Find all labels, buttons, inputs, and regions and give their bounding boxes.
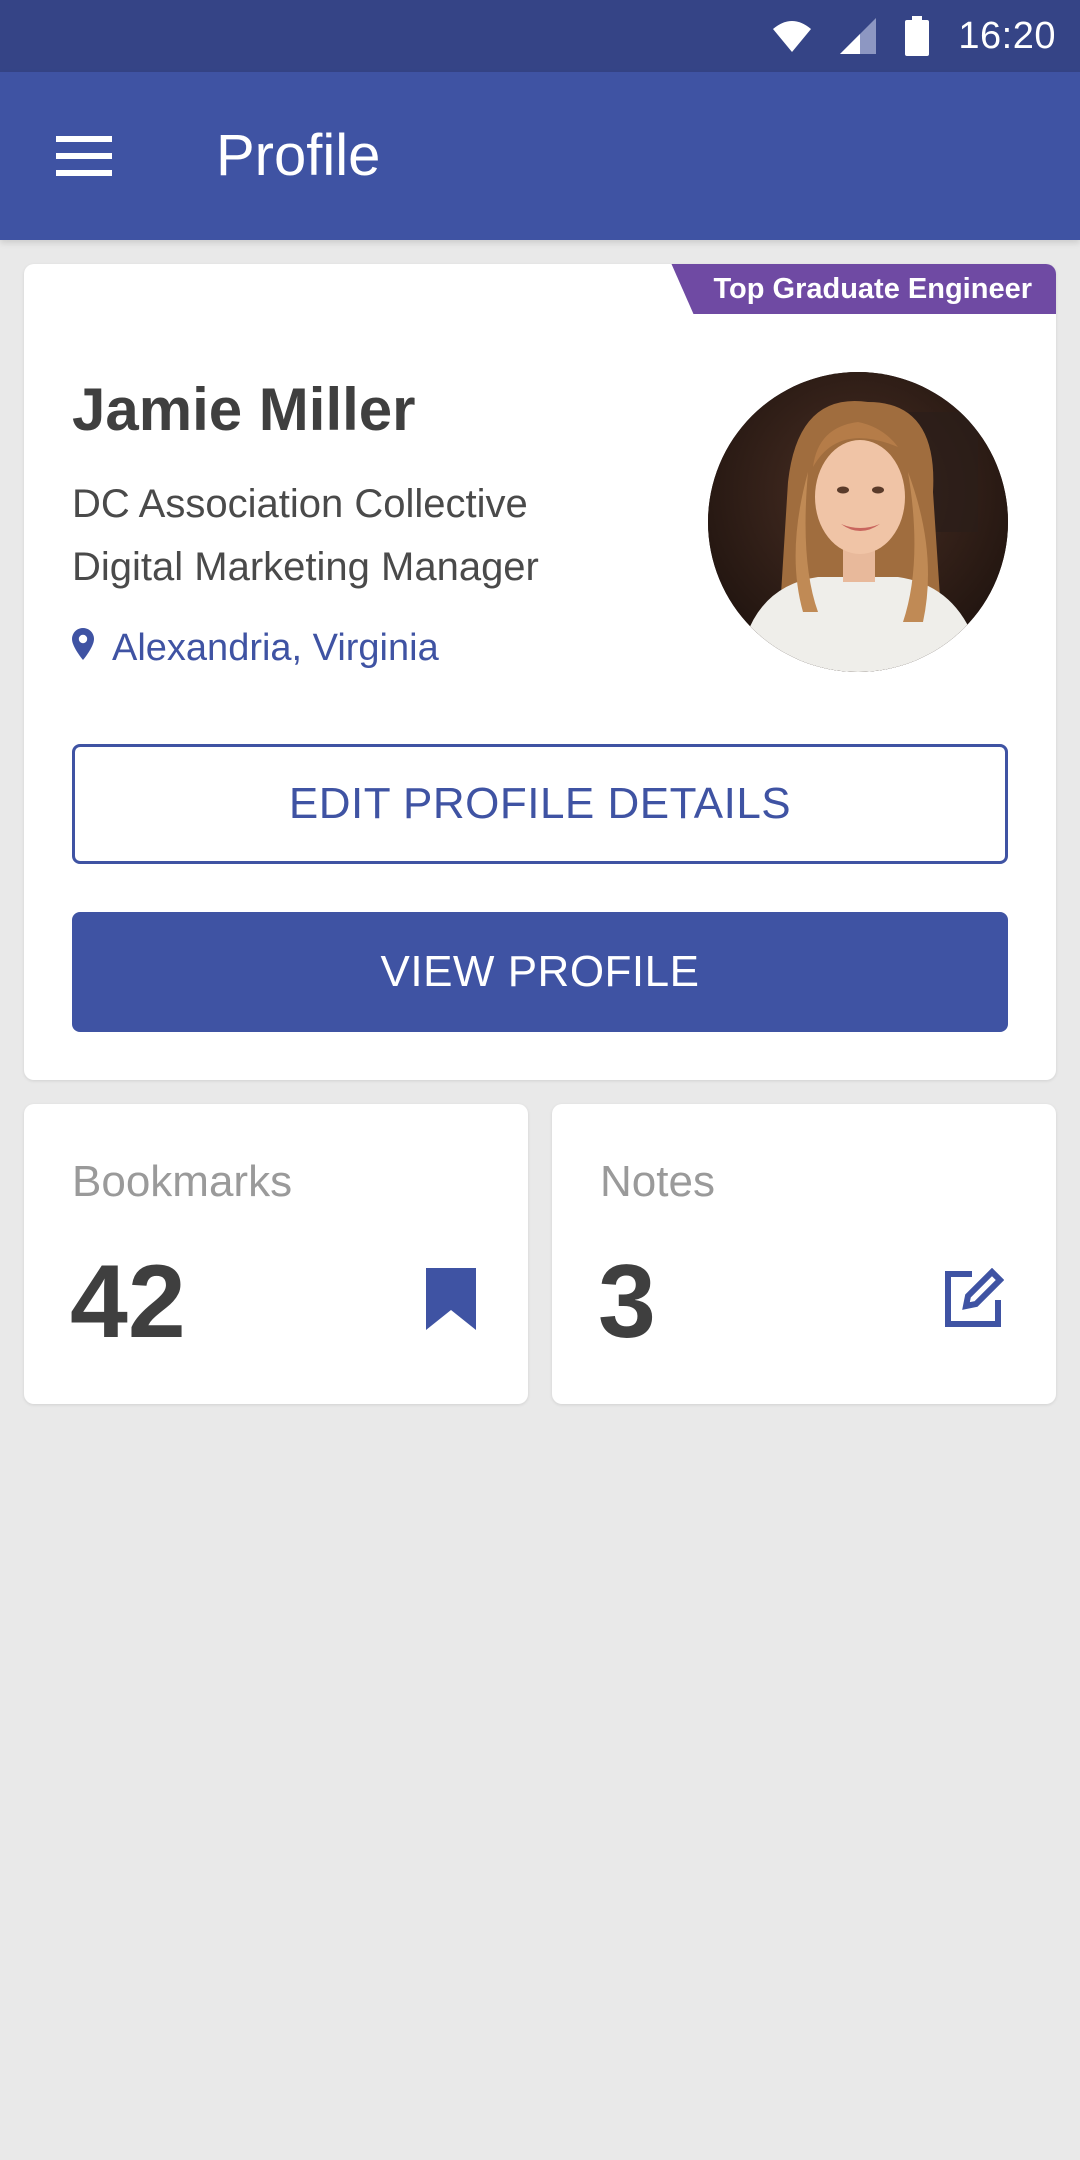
status-bar: 16:20 <box>0 0 1080 72</box>
menu-icon <box>56 136 112 182</box>
notes-card[interactable]: Notes 3 <box>552 1104 1056 1404</box>
status-time: 16:20 <box>958 15 1056 57</box>
achievement-badge: Top Graduate Engineer <box>671 264 1056 314</box>
bookmarks-count: 42 <box>70 1244 186 1360</box>
menu-button[interactable] <box>56 134 112 178</box>
edit-profile-button[interactable]: EDIT PROFILE DETAILS <box>72 744 1008 864</box>
app-bar: Profile <box>0 72 1080 240</box>
profile-location: Alexandria, Virginia <box>72 620 439 676</box>
view-profile-button[interactable]: VIEW PROFILE <box>72 912 1008 1032</box>
status-icons: 16:20 <box>772 0 1056 72</box>
edit-note-icon <box>942 1267 1005 1335</box>
profile-role: Digital Marketing Manager <box>72 545 539 589</box>
wifi-icon <box>772 19 812 53</box>
avatar <box>708 372 1008 672</box>
profile-name: Jamie Miller <box>72 376 416 443</box>
location-text: Alexandria, Virginia <box>112 627 439 669</box>
bookmarks-label: Bookmarks <box>72 1157 293 1206</box>
signal-icon <box>840 18 877 54</box>
profile-card: Top Graduate Engineer Jamie Miller DC As… <box>24 264 1056 1080</box>
page-title: Profile <box>216 123 381 188</box>
bookmarks-card[interactable]: Bookmarks 42 <box>24 1104 528 1404</box>
profile-company: DC Association Collective <box>72 482 528 526</box>
location-pin-icon <box>72 620 94 676</box>
battery-icon <box>904 16 930 56</box>
bookmark-icon <box>426 1268 476 1335</box>
notes-count: 3 <box>598 1244 656 1360</box>
notes-label: Notes <box>600 1157 715 1206</box>
